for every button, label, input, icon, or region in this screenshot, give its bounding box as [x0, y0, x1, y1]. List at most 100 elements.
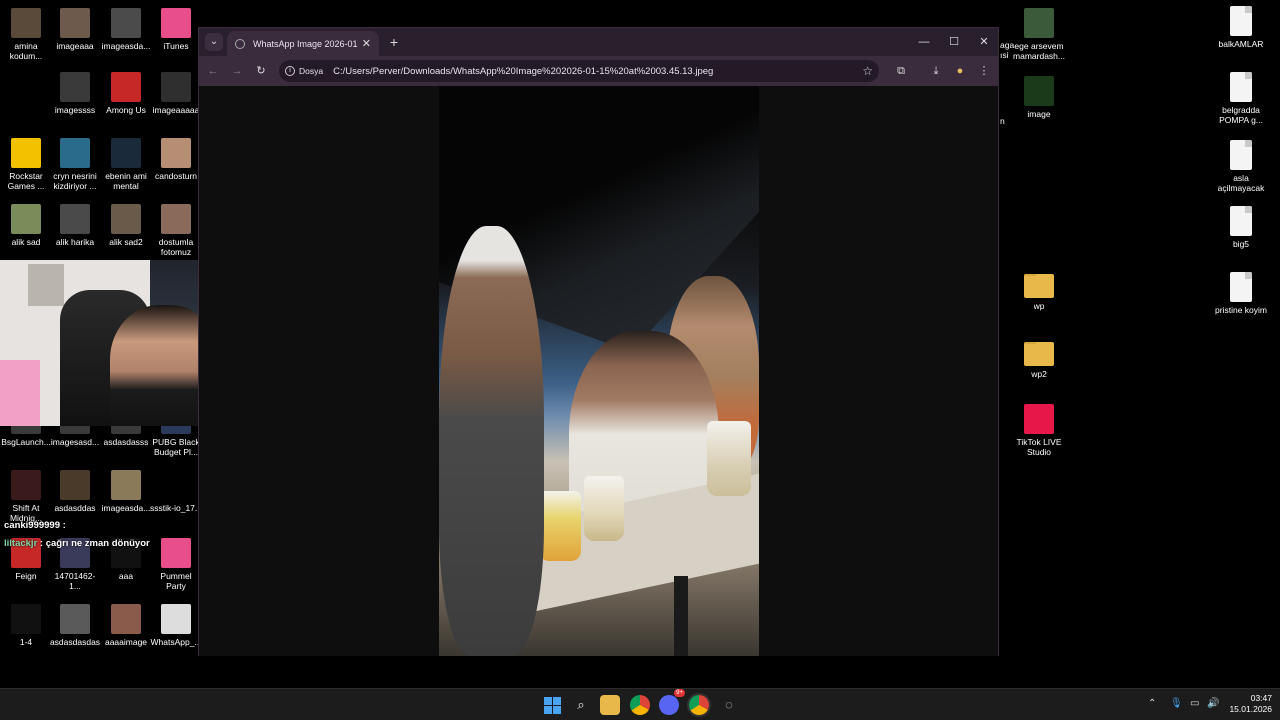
desktop-icon[interactable]: ege arsevem mamardash...	[1013, 8, 1065, 61]
desktop-icon-label: wp2	[1031, 369, 1047, 379]
desktop-icon[interactable]: balkAMLAR	[1215, 6, 1267, 49]
desktop-icon-label: aaa	[118, 571, 134, 581]
desktop-icon[interactable]: imageaaa	[49, 8, 101, 51]
desktop-icon[interactable]: imageasda...	[100, 470, 152, 513]
folder-icon	[1024, 274, 1054, 298]
site-info-chip[interactable]: i Dosya	[285, 66, 323, 76]
forward-arrow-icon[interactable]: →	[229, 63, 245, 79]
taskbar: ⌕ 9+ ◌ ⌃ 🎙 ▭ 🔊 03:47 15.01.2026	[0, 688, 1280, 720]
back-arrow-icon[interactable]: ←	[205, 63, 221, 79]
desktop-icon[interactable]: iTunes	[150, 8, 202, 51]
desktop-icon[interactable]: alik sad2	[100, 204, 152, 247]
desktop-icon[interactable]: Pummel Party	[150, 538, 202, 591]
desktop-icon-thumbnail	[161, 470, 191, 500]
file-explorer-icon[interactable]	[600, 695, 620, 715]
obs-icon[interactable]: ◌	[719, 695, 739, 715]
reload-icon[interactable]: ↻	[253, 63, 269, 79]
desktop-icon[interactable]: asdasdasdas	[49, 604, 101, 647]
viewed-photo[interactable]	[439, 86, 759, 656]
desktop-icon-label: big5	[1232, 239, 1250, 249]
desktop-icon[interactable]: cryn nesrini kizdiriyor ...	[49, 138, 101, 191]
desktop-icon-label: candosturn	[154, 171, 198, 181]
desktop-icon-label: 1-4	[19, 637, 33, 647]
desktop-icon[interactable]: dostumla fotomuz	[150, 204, 202, 257]
maximize-icon[interactable]: ☐	[944, 33, 964, 51]
photo-person-left	[439, 226, 544, 656]
desktop-icon[interactable]: imageasda...	[100, 8, 152, 51]
image-viewer[interactable]	[199, 86, 998, 656]
close-tab-icon[interactable]: ✕	[362, 37, 371, 50]
clock[interactable]: 03:47 15.01.2026	[1229, 693, 1272, 715]
desktop-icon[interactable]: candosturn	[150, 138, 202, 181]
chrome-icon[interactable]	[630, 695, 650, 715]
desktop-icon-thumbnail	[11, 470, 41, 500]
desktop-icon[interactable]: image	[1013, 76, 1065, 119]
kebab-icon[interactable]: ⋮	[976, 63, 992, 79]
document-icon	[1230, 206, 1252, 236]
desktop-icon[interactable]: big5	[1215, 206, 1267, 249]
microphone-icon[interactable]: 🎙	[1170, 698, 1183, 709]
address-bar[interactable]: i Dosya C:/Users/Perver/Downloads/WhatsAp…	[279, 60, 879, 82]
tab-title: WhatsApp Image 2026-01-15 at	[253, 38, 358, 49]
chevron-up-icon[interactable]: ⌃	[1148, 698, 1156, 709]
desktop-icon[interactable]: ebenin ami mental	[100, 138, 152, 191]
tab-active[interactable]: WhatsApp Image 2026-01-15 at ✕	[227, 31, 379, 56]
desktop-icon-label: alik sad	[11, 237, 41, 247]
star-icon[interactable]: ☆	[862, 64, 873, 78]
desktop-icon-thumbnail	[111, 8, 141, 38]
search-icon[interactable]: ⌕	[571, 695, 591, 715]
desktop-icon-label: asla açilmayacak	[1217, 173, 1265, 193]
avatar-icon[interactable]: ●	[952, 63, 968, 79]
desktop-icon-thumbnail	[111, 72, 141, 102]
desktop-icon[interactable]: Among Us	[100, 72, 152, 115]
desktop-icon[interactable]: wp2	[1013, 338, 1065, 379]
photo-cup	[539, 491, 581, 561]
network-icon[interactable]: ▭	[1190, 698, 1199, 709]
desktop-icon-label: WhatsApp_...	[150, 637, 202, 647]
new-tab-button[interactable]: +	[385, 33, 403, 51]
close-window-icon[interactable]: ✕	[974, 33, 994, 51]
volume-icon[interactable]: 🔊	[1207, 698, 1219, 709]
desktop-icon-thumbnail	[11, 8, 41, 38]
desktop-icon-thumbnail	[1024, 76, 1054, 106]
desktop-icon[interactable]: aaaaimage	[100, 604, 152, 647]
desktop-icon[interactable]: Rockstar Games ...	[0, 138, 52, 191]
clock-date: 15.01.2026	[1229, 704, 1272, 714]
desktop-icon-thumbnail	[161, 204, 191, 234]
chrome-active-icon[interactable]	[689, 695, 709, 715]
desktop-icon[interactable]: asla açilmayacak	[1215, 140, 1267, 193]
desktop-icon[interactable]: amina kodum...	[0, 8, 52, 61]
desktop-icon[interactable]: alik sad	[0, 204, 52, 247]
partial-icon-label: n	[1000, 116, 1005, 126]
windows-logo-pane	[553, 706, 561, 714]
desktop-icon[interactable]: wp	[1013, 270, 1065, 311]
desktop-icon-label: alik harika	[55, 237, 95, 247]
desktop-icon-thumbnail	[111, 604, 141, 634]
photo-cup	[584, 476, 624, 541]
desktop-icon[interactable]: belgradda POMPA g...	[1215, 72, 1267, 125]
desktop-icon-thumbnail	[11, 604, 41, 634]
desktop-icon[interactable]: ssstik-io_17...	[150, 470, 202, 513]
desktop-icon[interactable]: asdasddas	[49, 470, 101, 513]
desktop-icon-label: balkAMLAR	[1218, 39, 1264, 49]
desktop-icon-label: ebenin ami mental	[105, 171, 147, 191]
desktop-icon-label: Feign	[15, 571, 37, 581]
discord-icon[interactable]: 9+	[659, 689, 685, 715]
chevron-down-icon[interactable]: ⌄	[205, 33, 223, 51]
desktop-icon[interactable]: alik harika	[49, 204, 101, 247]
chat-user: liltackjr	[4, 538, 38, 549]
desktop-icon[interactable]: pristine koyim	[1215, 272, 1267, 315]
puzzle-icon[interactable]: ⧉	[893, 63, 909, 79]
desktop-icon[interactable]: TikTok LIVE Studio	[1013, 404, 1065, 457]
desktop-icon[interactable]: imagessss	[49, 72, 101, 115]
desktop-icon[interactable]: WhatsApp_...	[150, 604, 202, 647]
desktop-icon[interactable]: 1-4	[0, 604, 52, 647]
minimize-icon[interactable]: —	[914, 33, 934, 51]
desktop-icon[interactable]: imageaaaaa	[150, 72, 202, 115]
desktop-icon-label: Rockstar Games ...	[7, 171, 45, 191]
start-button[interactable]	[542, 695, 562, 715]
desktop-icon-label: wp	[1033, 301, 1045, 311]
desktop-icon-thumbnail	[60, 470, 90, 500]
download-icon[interactable]: ⤓	[928, 63, 944, 79]
desktop-icon[interactable]: Shift At Midnig...	[0, 470, 52, 523]
